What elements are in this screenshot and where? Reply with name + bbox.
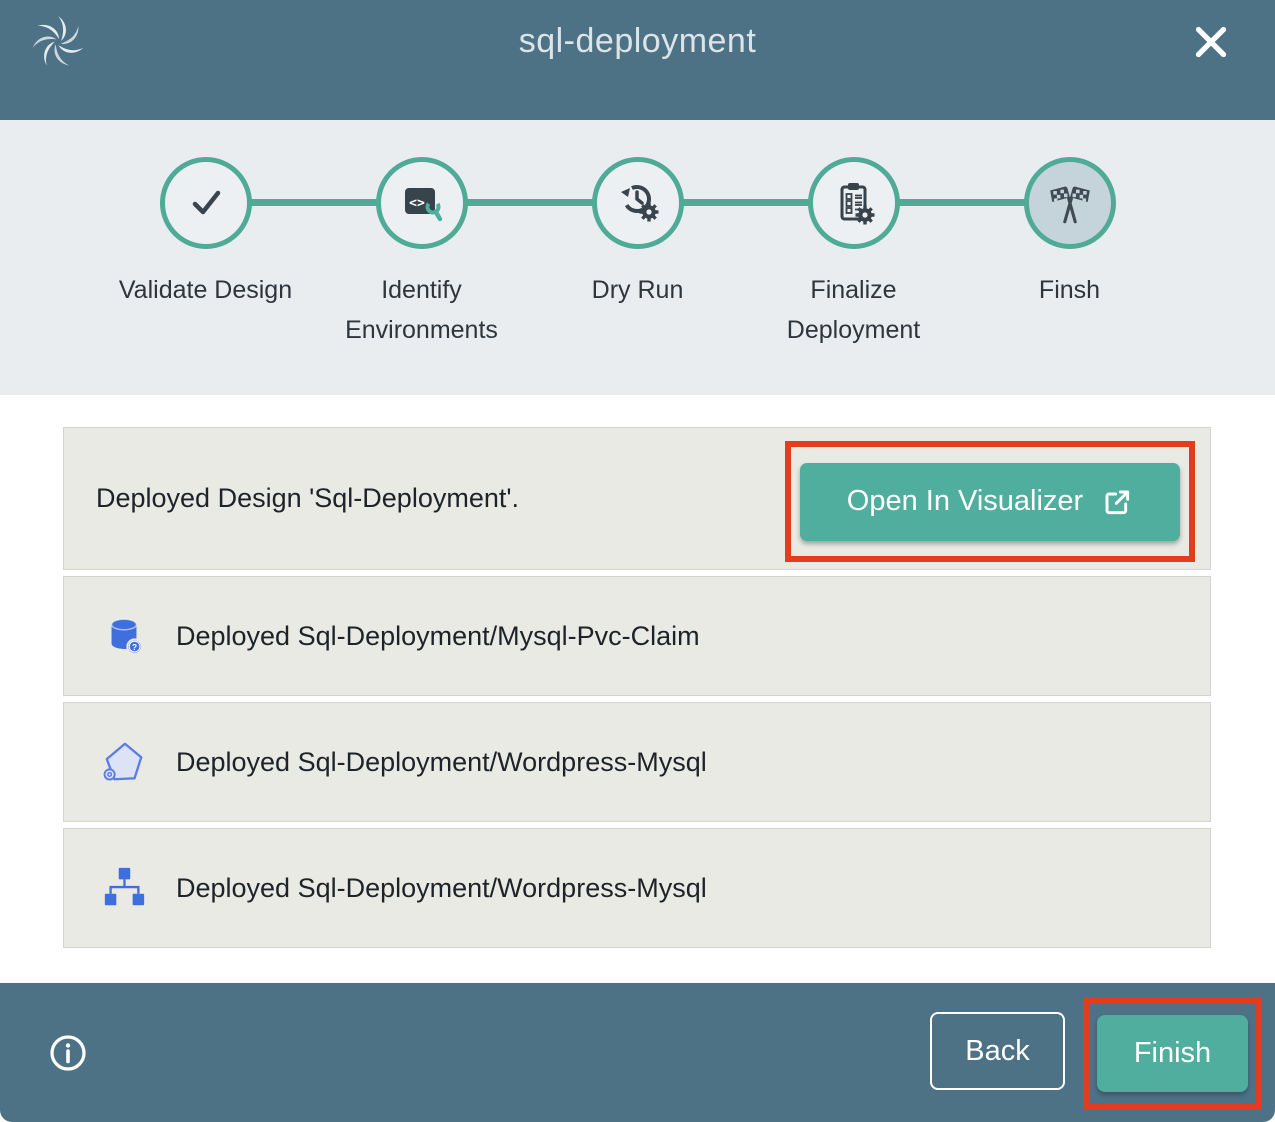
wizard-stepper: Validate Design <> Identify Environments bbox=[0, 120, 1275, 395]
open-in-visualizer-button[interactable]: Open In Visualizer bbox=[800, 463, 1180, 541]
open-in-visualizer-label: Open In Visualizer bbox=[847, 485, 1083, 518]
back-button[interactable]: Back bbox=[930, 1012, 1065, 1090]
step-circle bbox=[808, 157, 900, 249]
deployed-item-row: ? Deployed Sql-Deployment/Mysql-Pvc-Clai… bbox=[63, 576, 1211, 696]
step-circle bbox=[592, 157, 684, 249]
step-label: Dry Run bbox=[543, 270, 733, 310]
code-wrench-icon: <> bbox=[398, 179, 446, 227]
dry-run-icon bbox=[614, 179, 662, 227]
database-icon: ? bbox=[101, 613, 147, 659]
deployed-item-text: Deployed Sql-Deployment/Mysql-Pvc-Claim bbox=[176, 621, 700, 652]
step-connector bbox=[896, 199, 1027, 206]
external-link-icon bbox=[1101, 486, 1133, 518]
info-icon[interactable] bbox=[48, 1033, 88, 1073]
annotation-highlight-finish: Finish bbox=[1083, 997, 1262, 1110]
close-icon[interactable] bbox=[1187, 18, 1235, 66]
step-circle bbox=[160, 157, 252, 249]
step-identify-environments: <> Identify Environments bbox=[314, 157, 530, 350]
svg-text:<>: <> bbox=[409, 196, 425, 211]
step-finish: Finsh bbox=[962, 157, 1178, 350]
deployment-results-list: Deployed Design 'Sql-Deployment'. Open I… bbox=[63, 427, 1211, 954]
modal-footer: Back Finish bbox=[0, 983, 1275, 1122]
step-finalize-deployment: Finalize Deployment bbox=[746, 157, 962, 350]
modal-header: sql-deployment bbox=[0, 0, 1275, 120]
step-circle: <> bbox=[376, 157, 468, 249]
step-dry-run: Dry Run bbox=[530, 157, 746, 350]
step-label: Finalize Deployment bbox=[759, 270, 949, 350]
deployed-item-text: Deployed Sql-Deployment/Wordpress-Mysql bbox=[176, 873, 707, 904]
deployed-design-row: Deployed Design 'Sql-Deployment'. Open I… bbox=[63, 427, 1211, 570]
modal-title: sql-deployment bbox=[0, 22, 1275, 61]
deployed-design-text: Deployed Design 'Sql-Deployment'. bbox=[96, 483, 519, 514]
step-connector bbox=[464, 199, 595, 206]
step-connector bbox=[248, 199, 379, 206]
deployment-wizard-modal: sql-deployment Validate Design bbox=[0, 0, 1275, 1122]
step-label: Identify Environments bbox=[327, 270, 517, 350]
finish-button[interactable]: Finish bbox=[1097, 1015, 1248, 1092]
svg-text:?: ? bbox=[132, 642, 137, 652]
hierarchy-icon bbox=[101, 865, 147, 911]
step-circle-active bbox=[1024, 157, 1116, 249]
step-label: Finsh bbox=[975, 270, 1165, 310]
clipboard-gear-icon bbox=[830, 179, 878, 227]
deployed-item-text: Deployed Sql-Deployment/Wordpress-Mysql bbox=[176, 747, 707, 778]
deployed-item-row: Deployed Sql-Deployment/Wordpress-Mysql bbox=[63, 702, 1211, 822]
step-validate-design: Validate Design bbox=[98, 157, 314, 350]
annotation-highlight-visualizer: Open In Visualizer bbox=[785, 441, 1195, 562]
step-connector bbox=[680, 199, 811, 206]
step-label: Validate Design bbox=[111, 270, 301, 310]
pentagon-icon bbox=[101, 739, 147, 785]
checkered-flags-icon bbox=[1045, 178, 1095, 228]
check-icon bbox=[182, 179, 230, 227]
deployed-item-row: Deployed Sql-Deployment/Wordpress-Mysql bbox=[63, 828, 1211, 948]
